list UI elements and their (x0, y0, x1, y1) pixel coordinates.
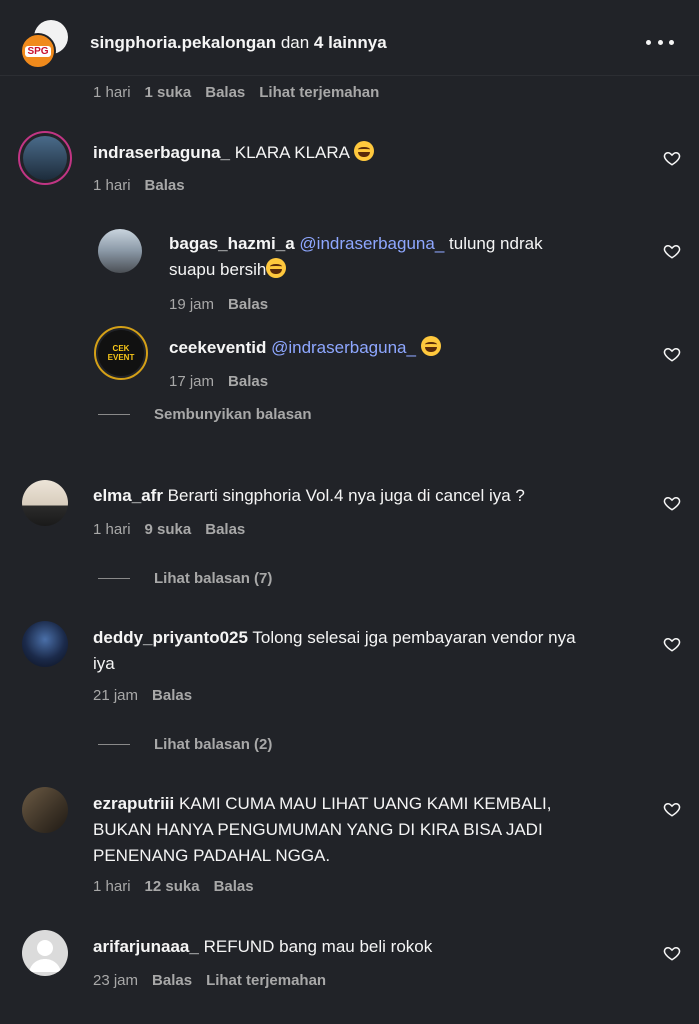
avatar[interactable] (22, 930, 68, 976)
collab-avatars[interactable]: SPG (20, 20, 68, 70)
comment-username[interactable]: ezraputriii (93, 794, 174, 813)
divider (98, 578, 130, 579)
comment-text: BUKAN HANYA PENGUMUMAN YANG DI KIRA BISA… (93, 820, 543, 839)
avatar[interactable] (22, 787, 68, 833)
heart-icon[interactable] (663, 242, 681, 260)
avatar[interactable] (22, 621, 68, 667)
view-replies-button[interactable]: Lihat balasan (7) (154, 570, 272, 587)
comment-meta: 1 hari 9 suka Balas (93, 521, 259, 538)
like-count[interactable]: 9 suka (145, 521, 192, 538)
comment-time: 17 jam (169, 373, 215, 390)
comment-body: elma_afr Berarti singphoria Vol.4 nya ju… (93, 483, 525, 509)
comment-meta: 1 hari 12 suka Balas (93, 878, 268, 895)
comment-body: indraserbaguna_ KLARA KLARA (93, 140, 374, 166)
hide-replies-button[interactable]: Sembunyikan balasan (154, 406, 312, 423)
comment-time: 1 hari (93, 521, 131, 538)
avatar[interactable] (18, 131, 72, 185)
avatar-logo-text: CEK EVENT (107, 344, 135, 362)
reply-button[interactable]: Balas (205, 521, 245, 538)
comment-time: 21 jam (93, 687, 139, 704)
divider (98, 744, 130, 745)
comment-text: suapu bersih (169, 260, 267, 279)
comment-time: 19 jam (169, 296, 215, 313)
reply-button[interactable]: Balas (205, 84, 245, 101)
comment-body: deddy_priyanto025 Tolong selesai jga pem… (93, 625, 576, 651)
reply-button[interactable]: Balas (228, 296, 268, 313)
comment-body-line: iya (93, 651, 115, 677)
comment-body: arifarjunaaa_ REFUND bang mau beli rokok (93, 934, 432, 960)
avatar[interactable]: CEK EVENT (94, 326, 148, 380)
comment-text: KAMI CUMA MAU LIHAT UANG KAMI KEMBALI, (178, 794, 552, 813)
comment-text: PENENANG PADAHAL NGGA. (93, 846, 331, 865)
more-options-icon[interactable] (646, 32, 674, 52)
comment-username[interactable]: deddy_priyanto025 (93, 628, 248, 647)
heart-icon[interactable] (663, 494, 681, 512)
comment-text: tulung ndrak (449, 234, 543, 253)
avatar[interactable] (98, 229, 142, 273)
like-count[interactable]: 12 suka (145, 878, 200, 895)
comment-username[interactable]: arifarjunaaa_ (93, 937, 199, 956)
comment-meta: 21 jam Balas (93, 687, 206, 704)
mention-link[interactable]: @indraserbaguna_ (299, 234, 444, 253)
translate-button[interactable]: Lihat terjemahan (259, 84, 379, 101)
comment-meta: 17 jam Balas (169, 373, 282, 390)
comment-text: REFUND bang mau beli rokok (203, 937, 433, 956)
comment-body: ezraputriii KAMI CUMA MAU LIHAT UANG KAM… (93, 791, 551, 817)
header-and: dan (276, 33, 314, 52)
comment-username[interactable]: ceekeventid (169, 338, 266, 357)
comment-time: 1 hari (93, 177, 131, 194)
laughing-emoji-icon (353, 141, 374, 161)
comment-time: 1 hari (93, 84, 131, 101)
comment-body-line: PENENANG PADAHAL NGGA. (93, 843, 330, 869)
comment-meta: 19 jam Balas (169, 296, 282, 313)
reply-body-line: suapu bersih (169, 257, 287, 283)
reply-button[interactable]: Balas (152, 687, 192, 704)
heart-icon[interactable] (663, 149, 681, 167)
laughing-emoji-icon (420, 336, 441, 356)
comment-username[interactable]: elma_afr (93, 486, 163, 505)
avatar[interactable] (22, 480, 68, 526)
reply-body: ceekeventid @indraserbaguna_ (169, 335, 441, 361)
header-title: singphoria.pekalongan dan 4 lainnya (90, 33, 387, 53)
divider (98, 414, 130, 415)
view-replies-button[interactable]: Lihat balasan (2) (154, 736, 272, 753)
mention-link[interactable]: @indraserbaguna_ (271, 338, 416, 357)
avatar-logo-text: SPG (25, 45, 51, 57)
comment-meta: 1 hari Balas (93, 177, 199, 194)
comment-meta: 23 jam Balas Lihat terjemahan (93, 972, 340, 989)
reply-button[interactable]: Balas (214, 878, 254, 895)
heart-icon[interactable] (663, 800, 681, 818)
comment-time: 23 jam (93, 972, 139, 989)
comment-text: Tolong selesai jga pembayaran vendor nya (252, 628, 576, 647)
reply-button[interactable]: Balas (145, 177, 185, 194)
laughing-emoji-icon (266, 258, 287, 278)
like-count[interactable]: 1 suka (145, 84, 192, 101)
comment-text: KLARA KLARA (234, 143, 350, 162)
comment-text: iya (93, 654, 115, 673)
header-account[interactable]: singphoria.pekalongan (90, 33, 276, 52)
post-header: SPG singphoria.pekalongan dan 4 lainnya (0, 0, 699, 76)
comment-body-line: BUKAN HANYA PENGUMUMAN YANG DI KIRA BISA… (93, 817, 543, 843)
comment-meta: 1 hari 1 suka Balas Lihat terjemahan (93, 84, 393, 101)
translate-button[interactable]: Lihat terjemahan (206, 972, 326, 989)
reply-body: bagas_hazmi_a @indraserbaguna_ tulung nd… (169, 231, 543, 257)
reply-button[interactable]: Balas (228, 373, 268, 390)
avatar: SPG (20, 33, 56, 69)
reply-button[interactable]: Balas (152, 972, 192, 989)
heart-icon[interactable] (663, 944, 681, 962)
heart-icon[interactable] (663, 345, 681, 363)
header-others[interactable]: 4 lainnya (314, 33, 387, 52)
comment-username[interactable]: bagas_hazmi_a (169, 234, 295, 253)
heart-icon[interactable] (663, 635, 681, 653)
comment-text: Berarti singphoria Vol.4 nya juga di can… (167, 486, 525, 505)
default-user-icon (29, 940, 61, 972)
comment-username[interactable]: indraserbaguna_ (93, 143, 230, 162)
comment-time: 1 hari (93, 878, 131, 895)
